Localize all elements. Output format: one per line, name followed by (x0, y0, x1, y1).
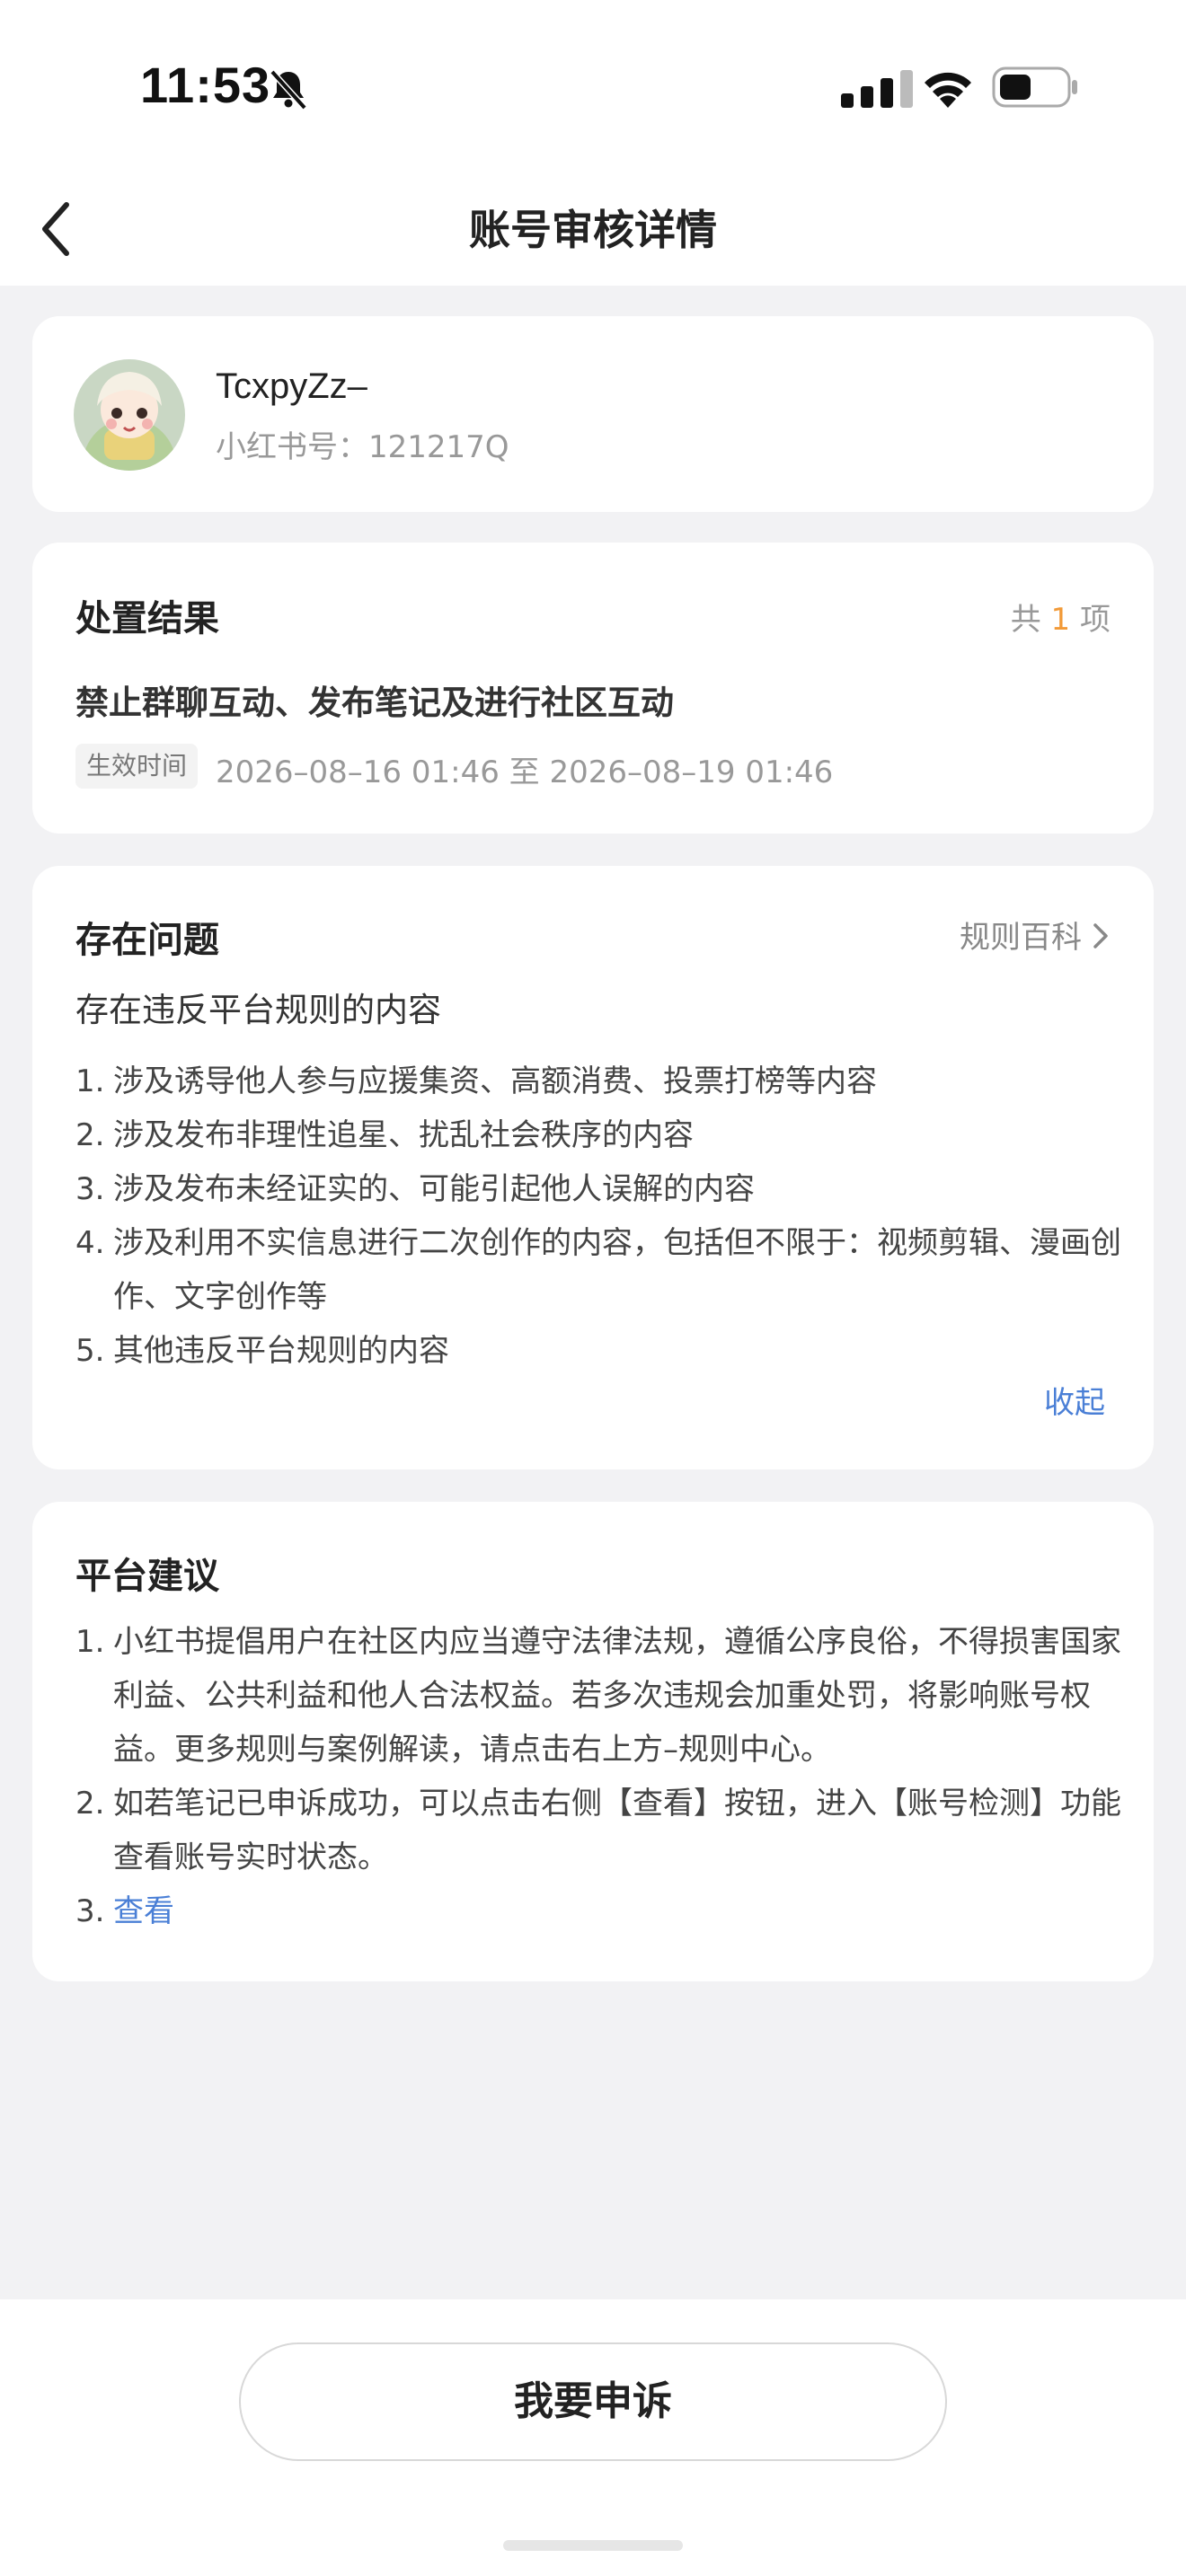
issue-list: 1. 涉及诱导他人参与应援集资、高额消费、投票打榜等内容 2. 涉及发布非理性追星、… (75, 1054, 1127, 1378)
item-number: 2. (75, 1117, 105, 1153)
home-indicator (503, 2540, 683, 2551)
chevron-right-icon (1093, 923, 1108, 948)
item-text: 涉及发布非理性追星、扰乱社会秩序的内容 (113, 1117, 694, 1153)
list-item: 2. 如若笔记已申诉成功，可以点击右侧【查看】按钮，进入【账号检测】功能查看账号实… (75, 1777, 1127, 1884)
item-text: 涉及利用不实信息进行二次创作的内容，包括但不限于：视频剪辑、漫画创作、文字创作等 (113, 1225, 1121, 1315)
cellular-signal-icon (841, 70, 913, 108)
list-item: 4. 涉及利用不实信息进行二次创作的内容，包括但不限于：视频剪辑、漫画创作、文字创… (75, 1216, 1127, 1324)
count-number: 1 (1050, 602, 1071, 638)
wifi-icon (925, 72, 971, 108)
penalty-description: 禁止群聊互动、发布笔记及进行社区互动 (75, 684, 674, 722)
issue-subtitle: 存在违反平台规则的内容 (75, 991, 441, 1029)
advice-title: 平台建议 (75, 1556, 219, 1597)
item-number: 2. (75, 1786, 105, 1822)
effective-time-tag: 生效时间 (75, 744, 199, 789)
item-text: 涉及诱导他人参与应援集资、高额消费、投票打榜等内容 (113, 1063, 877, 1099)
rules-link-label: 规则百科 (960, 920, 1082, 956)
collapse-button[interactable]: 收起 (1044, 1378, 1105, 1422)
navigation-bar: 账号审核详情 (0, 171, 1186, 286)
item-text: 其他违反平台规则的内容 (113, 1333, 449, 1369)
result-count: 共 1 项 (1011, 595, 1111, 639)
count-prefix: 共 (1010, 602, 1041, 638)
item-number: 1. (75, 1624, 105, 1660)
advice-card: 平台建议 1. 小红书提倡用户在社区内应当遵守法律法规，遵循公序良俗，不得损害国家… (32, 1502, 1154, 1981)
item-number: 1. (75, 1063, 105, 1099)
username: TcxpyZz– (216, 366, 367, 406)
issue-title: 存在问题 (75, 920, 219, 961)
appeal-button[interactable]: 我要申诉 (239, 2342, 947, 2461)
list-item: 5. 其他违反平台规则的内容 (75, 1324, 1127, 1378)
advice-list: 1. 小红书提倡用户在社区内应当遵守法律法规，遵循公序良俗，不得损害国家利益、公共… (75, 1615, 1127, 1938)
issue-card: 存在问题 规则百科 存在违反平台规则的内容 1. 涉及诱导他人参与应援集资、高额消… (32, 866, 1154, 1469)
avatar-image (74, 359, 185, 471)
item-number: 3. (75, 1171, 105, 1207)
item-number: 3. (75, 1893, 105, 1929)
item-text: 如若笔记已申诉成功，可以点击右侧【查看】按钮，进入【账号检测】功能查看账号实时状… (113, 1786, 1121, 1875)
result-title: 处置结果 (75, 598, 219, 640)
user-card: TcxpyZz– 小红书号：121217Q (32, 316, 1154, 512)
item-number: 5. (75, 1333, 105, 1369)
battery-icon (992, 66, 1077, 108)
avatar[interactable] (74, 359, 185, 471)
rules-encyclopedia-link[interactable]: 规则百科 (960, 913, 1111, 957)
user-id: 小红书号：121217Q (216, 429, 509, 465)
item-number: 4. (75, 1225, 105, 1261)
effective-period: 2026–08–16 01:46 至 2026–08–19 01:46 (216, 754, 834, 790)
view-link[interactable]: 查看 (113, 1884, 1127, 1938)
result-card: 处置结果 共 1 项 禁止群聊互动、发布笔记及进行社区互动 生效时间 2026–… (32, 543, 1154, 834)
status-time: 11:53 (140, 57, 271, 113)
item-text: 涉及发布未经证实的、可能引起他人误解的内容 (113, 1171, 755, 1207)
list-item: 3. 查看 (75, 1884, 1127, 1938)
list-item: 1. 涉及诱导他人参与应援集资、高额消费、投票打榜等内容 (75, 1054, 1127, 1108)
bottom-bar: 我要申诉 (0, 2299, 1186, 2576)
list-item: 2. 涉及发布非理性追星、扰乱社会秩序的内容 (75, 1108, 1127, 1162)
list-item: 1. 小红书提倡用户在社区内应当遵守法律法规，遵循公序良俗，不得损害国家利益、公共… (75, 1615, 1127, 1777)
page-title: 账号审核详情 (469, 206, 717, 254)
bell-off-icon (270, 69, 307, 110)
item-text: 小红书提倡用户在社区内应当遵守法律法规，遵循公序良俗，不得损害国家利益、公共利益… (113, 1624, 1121, 1768)
status-bar: 11:53 (0, 0, 1186, 171)
count-suffix: 项 (1080, 602, 1111, 638)
list-item: 3. 涉及发布未经证实的、可能引起他人误解的内容 (75, 1162, 1127, 1216)
